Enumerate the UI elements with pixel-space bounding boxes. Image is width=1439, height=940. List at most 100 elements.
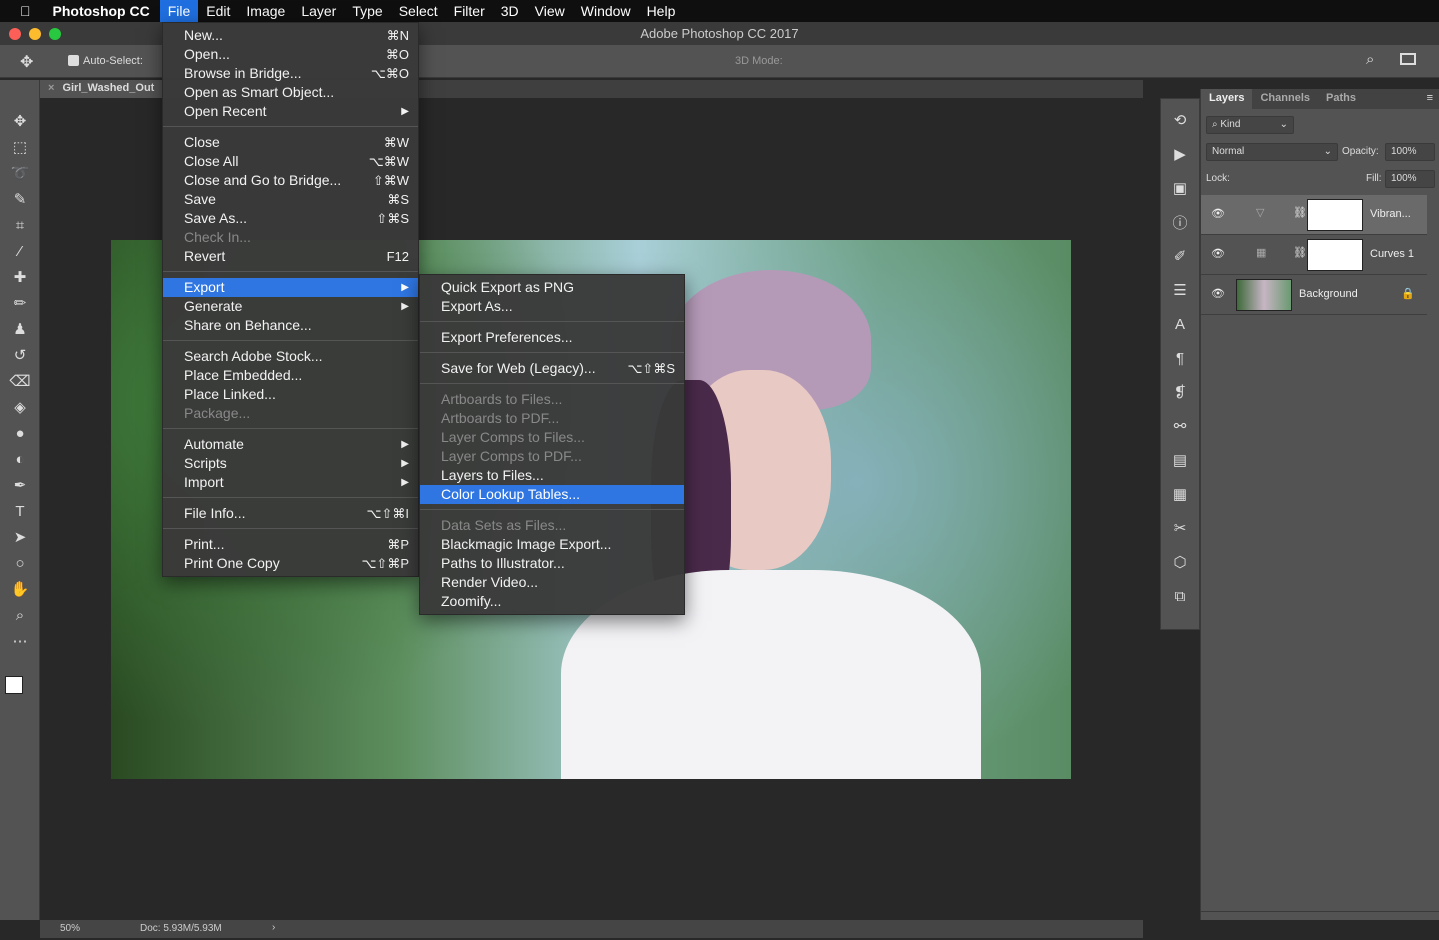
visibility-eye-icon[interactable]: 👁 (1211, 207, 1225, 220)
menu-3d[interactable]: 3D (493, 0, 527, 22)
menu-item-automate[interactable]: Automate ▶ (163, 435, 418, 454)
path-select-tool-icon[interactable]: ➤ (0, 524, 40, 550)
menu-item-new[interactable]: New... ⌘N (163, 26, 418, 45)
pen-tool-icon[interactable]: ✒ (0, 472, 40, 498)
paint-bucket-tool-icon[interactable]: ◈ (0, 394, 40, 420)
menu-item-place-embedded[interactable]: Place Embedded... (163, 366, 418, 385)
zoom-window-button[interactable] (49, 28, 61, 40)
properties-panel-icon[interactable]: ☰ (1161, 273, 1199, 307)
menu-item-scripts[interactable]: Scripts ▶ (163, 454, 418, 473)
more-tool-icon[interactable]: ⋯ (0, 628, 40, 654)
blend-mode-select[interactable]: Normal ⌄ (1206, 143, 1338, 161)
workspace-icon[interactable] (1400, 53, 1416, 65)
menu-item-browse-in-bridge[interactable]: Browse in Bridge... ⌥⌘O (163, 64, 418, 83)
visibility-eye-icon[interactable]: 👁 (1211, 247, 1225, 260)
menu-item-print-one-copy[interactable]: Print One Copy ⌥⇧⌘P (163, 554, 418, 573)
paragraph-panel-icon[interactable]: ¶ (1161, 341, 1199, 375)
layer-mask-thumbnail[interactable] (1307, 239, 1363, 271)
minimize-window-button[interactable] (29, 28, 41, 40)
menu-item-save-for-web-legacy[interactable]: Save for Web (Legacy)... ⌥⇧⌘S (420, 359, 684, 378)
layer-name[interactable]: Curves 1 (1370, 248, 1414, 260)
dodge-tool-icon[interactable]: ◐ (0, 446, 40, 472)
menu-view[interactable]: View (527, 0, 573, 22)
character-panel-icon[interactable]: A (1161, 307, 1199, 341)
visibility-eye-icon[interactable]: 👁 (1211, 287, 1225, 300)
search-icon[interactable]: ⌕ (1366, 51, 1374, 68)
menu-item-generate[interactable]: Generate ▶ (163, 297, 418, 316)
menu-item-import[interactable]: Import ▶ (163, 473, 418, 492)
history-panel-icon[interactable]: ⟲ (1161, 103, 1199, 137)
menu-type[interactable]: Type (344, 0, 390, 22)
layer-mask-thumbnail[interactable] (1307, 199, 1363, 231)
3d-panel-icon[interactable]: ▣ (1161, 171, 1199, 205)
menu-item-save-as[interactable]: Save As... ⇧⌘S (163, 209, 418, 228)
menu-item-package[interactable]: Package... (163, 404, 418, 423)
menu-help[interactable]: Help (639, 0, 684, 22)
menu-layer[interactable]: Layer (293, 0, 344, 22)
menu-item-close-all[interactable]: Close All ⌥⌘W (163, 152, 418, 171)
history-brush-tool-icon[interactable]: ↺ (0, 342, 40, 368)
menu-item-quick-export-as-png[interactable]: Quick Export as PNG (420, 278, 684, 297)
libraries-panel-icon[interactable]: ▤ (1161, 443, 1199, 477)
menu-item-layer-comps-to-files[interactable]: Layer Comps to Files... (420, 428, 684, 447)
adjustments-panel-icon[interactable]: ⧉ (1161, 579, 1199, 613)
status-chevron-icon[interactable]: › (272, 922, 275, 933)
menu-item-artboards-to-files[interactable]: Artboards to Files... (420, 390, 684, 409)
fill-field[interactable]: 100% (1385, 170, 1435, 188)
menu-item-open[interactable]: Open... ⌘O (163, 45, 418, 64)
type-tool-icon[interactable]: T (0, 498, 40, 524)
auto-select-checkbox[interactable] (68, 55, 79, 66)
close-tab-icon[interactable]: × (48, 82, 54, 94)
tab-paths[interactable]: Paths (1318, 89, 1364, 109)
actions-panel-icon[interactable]: ▶ (1161, 137, 1199, 171)
menu-file[interactable]: File (159, 0, 199, 22)
apple-icon[interactable]:  (0, 0, 45, 22)
menu-item-render-video[interactable]: Render Video... (420, 573, 684, 592)
layer-name[interactable]: Vibran... (1370, 208, 1411, 220)
zoom-tool-icon[interactable]: ⌕ (0, 602, 40, 628)
filter-kind-select[interactable]: ⌕ Kind ⌄ (1206, 116, 1294, 134)
glyphs-panel-icon[interactable]: ❡ (1161, 375, 1199, 409)
crop-tool-icon[interactable]: ⌗ (0, 212, 40, 238)
layer-row[interactable]: 👁 ▽ ⛓ Vibran... (1201, 195, 1427, 235)
foreground-color-swatch[interactable] (5, 676, 23, 694)
document-tab[interactable]: × Girl_Washed_Out (40, 80, 163, 98)
menu-item-file-info[interactable]: File Info... ⌥⇧⌘I (163, 504, 418, 523)
menu-select[interactable]: Select (391, 0, 446, 22)
quick-select-tool-icon[interactable]: ✎ (0, 186, 40, 212)
notes-panel-icon[interactable]: ▦ (1161, 477, 1199, 511)
menu-item-export-as[interactable]: Export As... (420, 297, 684, 316)
menu-item-layer-comps-to-pdf[interactable]: Layer Comps to PDF... (420, 447, 684, 466)
tab-channels[interactable]: Channels (1252, 89, 1318, 109)
lasso-tool-icon[interactable]: ➰ (0, 160, 40, 186)
lock-icon[interactable]: 🔒 (1401, 287, 1415, 300)
zoom-level[interactable]: 50% (60, 923, 80, 934)
menu-image[interactable]: Image (238, 0, 293, 22)
healing-tool-icon[interactable]: ✚ (0, 264, 40, 290)
menu-item-revert[interactable]: Revert F12 (163, 247, 418, 266)
3d-object-panel-icon[interactable]: ⬡ (1161, 545, 1199, 579)
menu-item-export-preferences[interactable]: Export Preferences... (420, 328, 684, 347)
eyedropper-tool-icon[interactable]: ⁄ (0, 238, 40, 264)
menu-item-paths-to-illustrator[interactable]: Paths to Illustrator... (420, 554, 684, 573)
marquee-tool-icon[interactable]: ⬚ (0, 134, 40, 160)
panel-menu-icon[interactable]: ≡ (1427, 92, 1433, 104)
menu-item-print[interactable]: Print... ⌘P (163, 535, 418, 554)
layer-row[interactable]: 👁 ▦ ⛓ Curves 1 (1201, 235, 1427, 275)
menu-filter[interactable]: Filter (446, 0, 493, 22)
info-panel-icon[interactable]: ⓘ (1161, 205, 1199, 239)
menu-item-color-lookup-tables[interactable]: Color Lookup Tables... (420, 485, 684, 504)
hand-tool-icon[interactable]: ✋ (0, 576, 40, 602)
move-tool-icon[interactable]: ✥ (0, 108, 40, 134)
menu-item-search-adobe-stock[interactable]: Search Adobe Stock... (163, 347, 418, 366)
styles-panel-icon[interactable]: ⚯ (1161, 409, 1199, 443)
menu-edit[interactable]: Edit (198, 0, 238, 22)
layer-name[interactable]: Background (1299, 288, 1358, 300)
menu-item-check-in[interactable]: Check In... (163, 228, 418, 247)
tab-layers[interactable]: Layers (1201, 89, 1253, 109)
eraser-tool-icon[interactable]: ⌫ (0, 368, 40, 394)
blur-tool-icon[interactable]: ● (0, 420, 40, 446)
menu-item-save[interactable]: Save ⌘S (163, 190, 418, 209)
menu-item-data-sets-as-files[interactable]: Data Sets as Files... (420, 516, 684, 535)
menu-item-open-recent[interactable]: Open Recent ▶ (163, 102, 418, 121)
